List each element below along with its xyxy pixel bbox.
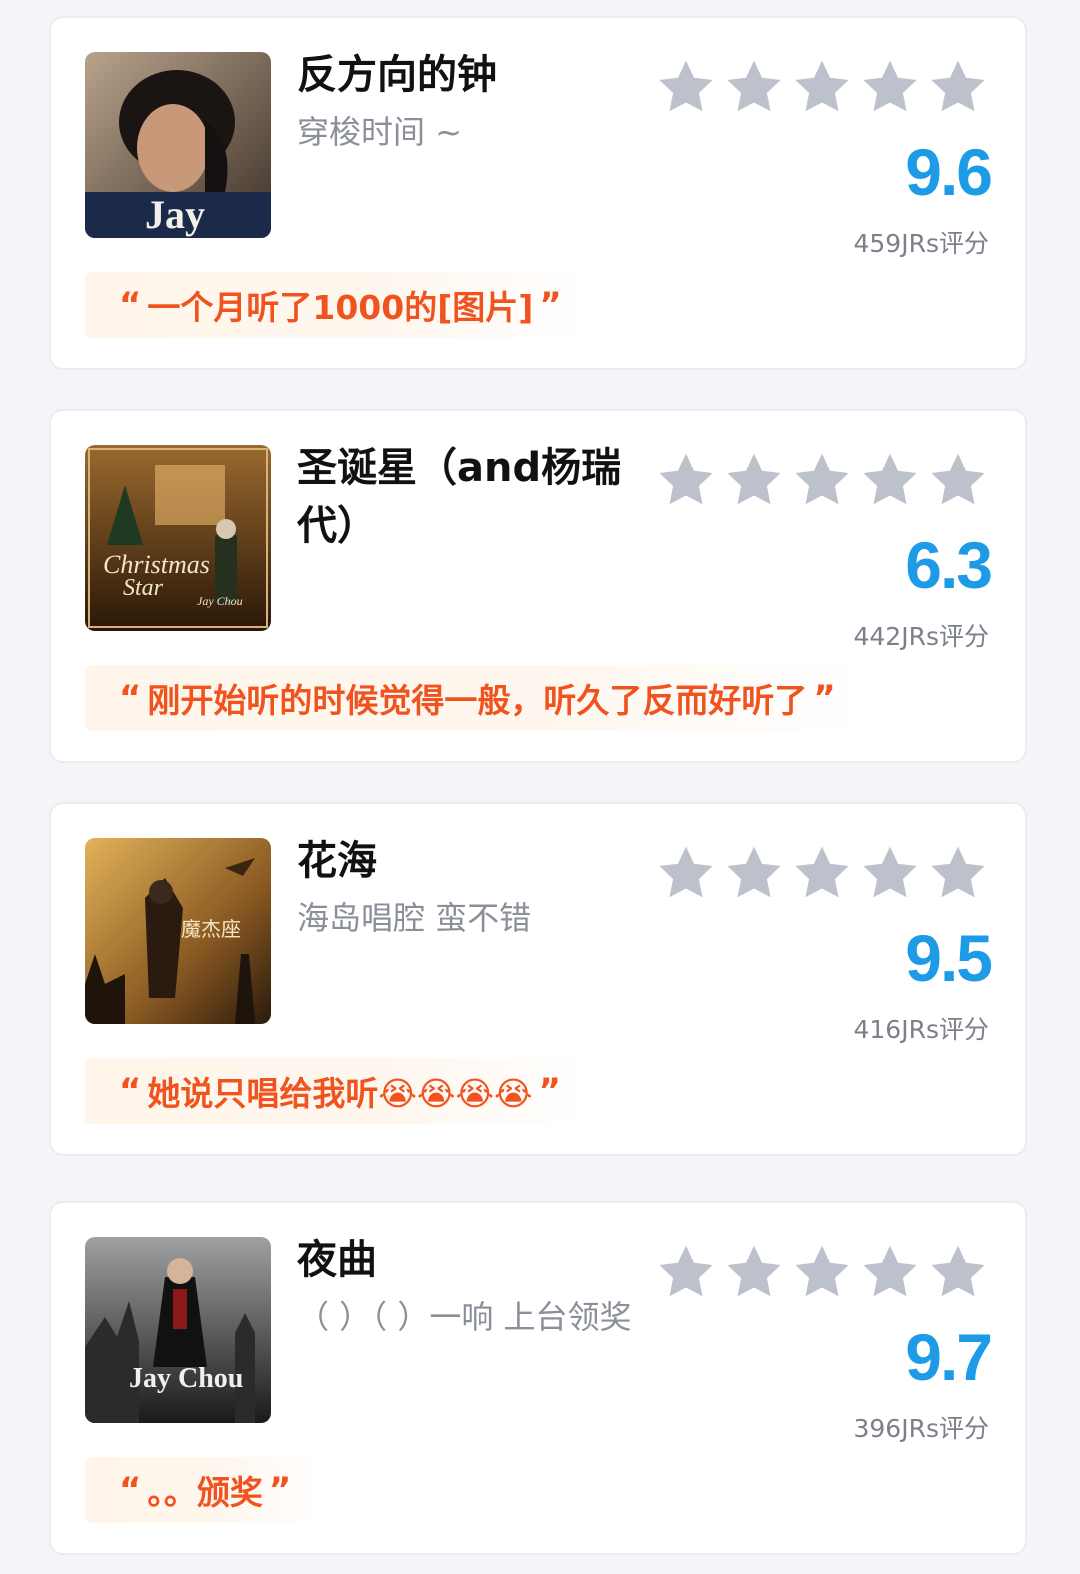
album-cover-christmas-star-icon: Christmas Star Jay Chou xyxy=(85,445,271,631)
album-cover[interactable]: Christmas Star Jay Chou xyxy=(85,445,271,631)
star-icon[interactable] xyxy=(655,842,717,904)
comment-text: 一个月听了1000的[图片] xyxy=(147,288,534,327)
rating-stars[interactable] xyxy=(655,449,989,511)
album-cover[interactable]: Jay Chou xyxy=(85,1237,271,1423)
rater-count-suffix: 评分 xyxy=(938,229,989,258)
star-icon[interactable] xyxy=(927,56,989,118)
rater-count-suffix: 评分 xyxy=(938,1015,989,1044)
song-subtitle: 海岛唱腔 蛮不错 xyxy=(297,899,532,937)
star-icon[interactable] xyxy=(655,449,717,511)
song-subtitle: （ ）（ ）一响 上台领奖 xyxy=(297,1298,632,1336)
star-icon[interactable] xyxy=(723,56,785,118)
comment-text: 刚开始听的时候觉得一般，听久了反而好听了 xyxy=(147,681,808,720)
song-rating-list: Jay 反方向的钟 穿梭时间 ~ 9.6 459JRs评分 “ 一个月听了100… xyxy=(0,0,1080,1574)
rater-count: 396JRs评分 xyxy=(853,1409,989,1449)
top-comment[interactable]: “ 。。颁奖 ” xyxy=(85,1457,320,1523)
star-icon[interactable] xyxy=(655,1241,717,1303)
song-title: 夜曲 xyxy=(297,1237,377,1283)
rater-count-suffix: 评分 xyxy=(938,1414,989,1443)
rater-count-number: 416JRs xyxy=(853,1015,939,1044)
star-icon[interactable] xyxy=(859,842,921,904)
svg-text:Jay Chou: Jay Chou xyxy=(129,1363,243,1394)
open-quote: “ xyxy=(119,285,142,325)
open-quote: “ xyxy=(119,1470,142,1510)
rating-stars[interactable] xyxy=(655,1241,989,1303)
svg-text:Jay Chou: Jay Chou xyxy=(197,594,243,608)
song-card-3[interactable]: 魔杰座 花海 海岛唱腔 蛮不错 9.5 416JRs评分 “ 她说只唱给我听😭😭… xyxy=(49,802,1027,1156)
rater-count: 459JRs评分 xyxy=(853,224,989,264)
star-icon[interactable] xyxy=(723,1241,785,1303)
comment-text: 她说只唱给我听😭😭😭😭 xyxy=(147,1074,533,1113)
star-icon[interactable] xyxy=(655,56,717,118)
close-quote: ” xyxy=(538,1071,561,1111)
star-icon[interactable] xyxy=(723,449,785,511)
song-subtitle: 穿梭时间 ~ xyxy=(297,113,462,151)
album-cover-november-chopin-icon: Jay Chou xyxy=(85,1237,271,1423)
star-icon[interactable] xyxy=(791,56,853,118)
average-score: 9.5 xyxy=(905,921,993,995)
close-quote: ” xyxy=(813,678,836,718)
album-cover[interactable]: Jay xyxy=(85,52,271,238)
svg-text:Star: Star xyxy=(123,575,164,601)
rater-count: 416JRs评分 xyxy=(853,1010,989,1050)
star-icon[interactable] xyxy=(927,842,989,904)
open-quote: “ xyxy=(119,678,142,718)
star-icon[interactable] xyxy=(859,449,921,511)
song-title: 反方向的钟 xyxy=(297,52,497,98)
song-card-2[interactable]: Christmas Star Jay Chou 圣诞星（and杨瑞代） 6.3 … xyxy=(49,409,1027,763)
top-comment[interactable]: “ 她说只唱给我听😭😭😭😭 ” xyxy=(85,1058,589,1124)
album-cover-jay-icon: Jay xyxy=(85,52,271,238)
song-title: 圣诞星（and杨瑞代） xyxy=(297,445,622,549)
rater-count-number: 396JRs xyxy=(853,1414,939,1443)
comment-text: 。。颁奖 xyxy=(147,1473,263,1512)
album-cover-capricorn-icon: 魔杰座 xyxy=(85,838,271,1024)
album-cover[interactable]: 魔杰座 xyxy=(85,838,271,1024)
song-title: 花海 xyxy=(297,838,377,884)
star-icon[interactable] xyxy=(723,842,785,904)
rating-stars[interactable] xyxy=(655,842,989,904)
star-icon[interactable] xyxy=(927,1241,989,1303)
rating-stars[interactable] xyxy=(655,56,989,118)
star-icon[interactable] xyxy=(859,56,921,118)
rater-count-number: 459JRs xyxy=(853,229,939,258)
close-quote: ” xyxy=(539,285,562,325)
star-icon[interactable] xyxy=(927,449,989,511)
open-quote: “ xyxy=(119,1071,142,1111)
svg-text:魔杰座: 魔杰座 xyxy=(181,918,241,941)
top-comment[interactable]: “ 刚开始听的时候觉得一般，听久了反而好听了 ” xyxy=(85,665,864,731)
star-icon[interactable] xyxy=(859,1241,921,1303)
star-icon[interactable] xyxy=(791,842,853,904)
average-score: 9.6 xyxy=(905,135,993,209)
average-score: 9.7 xyxy=(905,1320,993,1394)
rater-count-suffix: 评分 xyxy=(938,622,989,651)
close-quote: ” xyxy=(268,1470,292,1510)
song-card-1[interactable]: Jay 反方向的钟 穿梭时间 ~ 9.6 459JRs评分 “ 一个月听了100… xyxy=(49,16,1027,370)
rater-count: 442JRs评分 xyxy=(853,617,989,657)
rater-count-number: 442JRs xyxy=(853,622,939,651)
star-icon[interactable] xyxy=(791,1241,853,1303)
svg-text:Jay: Jay xyxy=(145,192,205,237)
top-comment[interactable]: “ 一个月听了1000的[图片] ” xyxy=(85,272,590,338)
star-icon[interactable] xyxy=(791,449,853,511)
song-card-4[interactable]: Jay Chou 夜曲 （ ）（ ）一响 上台领奖 9.7 396JRs评分 “… xyxy=(49,1201,1027,1555)
average-score: 6.3 xyxy=(905,528,993,602)
